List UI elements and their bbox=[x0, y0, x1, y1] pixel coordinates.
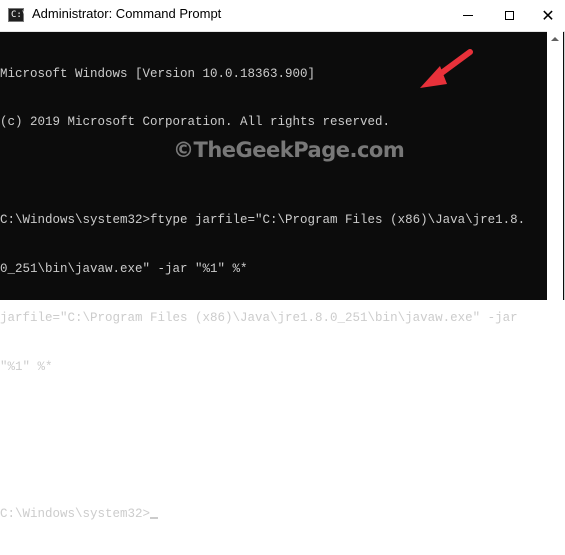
command-prompt: C:\Windows\system32> bbox=[0, 506, 151, 521]
cmd-icon: C:\ bbox=[8, 8, 27, 22]
text-cursor bbox=[150, 516, 159, 519]
prompt-line[interactable]: C:\Windows\system32> bbox=[0, 506, 548, 522]
console-line: C:\Windows\system32>ftype jarfile="C:\Pr… bbox=[0, 213, 526, 228]
command-prompt-window: C:\ Administrator: Command Prompt ✕ Micr… bbox=[0, 0, 565, 521]
console-line: Microsoft Windows [Version 10.0.18363.90… bbox=[0, 66, 316, 81]
minimize-button[interactable] bbox=[448, 0, 488, 31]
title-bar[interactable]: C:\ Administrator: Command Prompt ✕ bbox=[0, 0, 565, 32]
scroll-up-arrow-icon[interactable] bbox=[551, 37, 559, 41]
console-line: jarfile="C:\Program Files (x86)\Java\jre… bbox=[0, 311, 518, 326]
watermark: ©TheGeekPage.com bbox=[173, 138, 405, 162]
close-button[interactable]: ✕ bbox=[528, 0, 565, 31]
close-icon: ✕ bbox=[541, 5, 555, 25]
maximize-icon bbox=[504, 11, 514, 20]
vertical-scrollbar[interactable] bbox=[547, 31, 563, 300]
console-line: "%1" %* bbox=[0, 359, 53, 374]
console-output[interactable]: Microsoft Windows [Version 10.0.18363.90… bbox=[0, 31, 548, 521]
minimize-icon bbox=[463, 15, 473, 16]
maximize-button[interactable] bbox=[489, 0, 529, 31]
window-title: Administrator: Command Prompt bbox=[32, 6, 222, 21]
console-line: (c) 2019 Microsoft Corporation. All righ… bbox=[0, 115, 391, 130]
console-line: 0_251\bin\javaw.exe" -jar "%1" %* bbox=[0, 262, 248, 277]
